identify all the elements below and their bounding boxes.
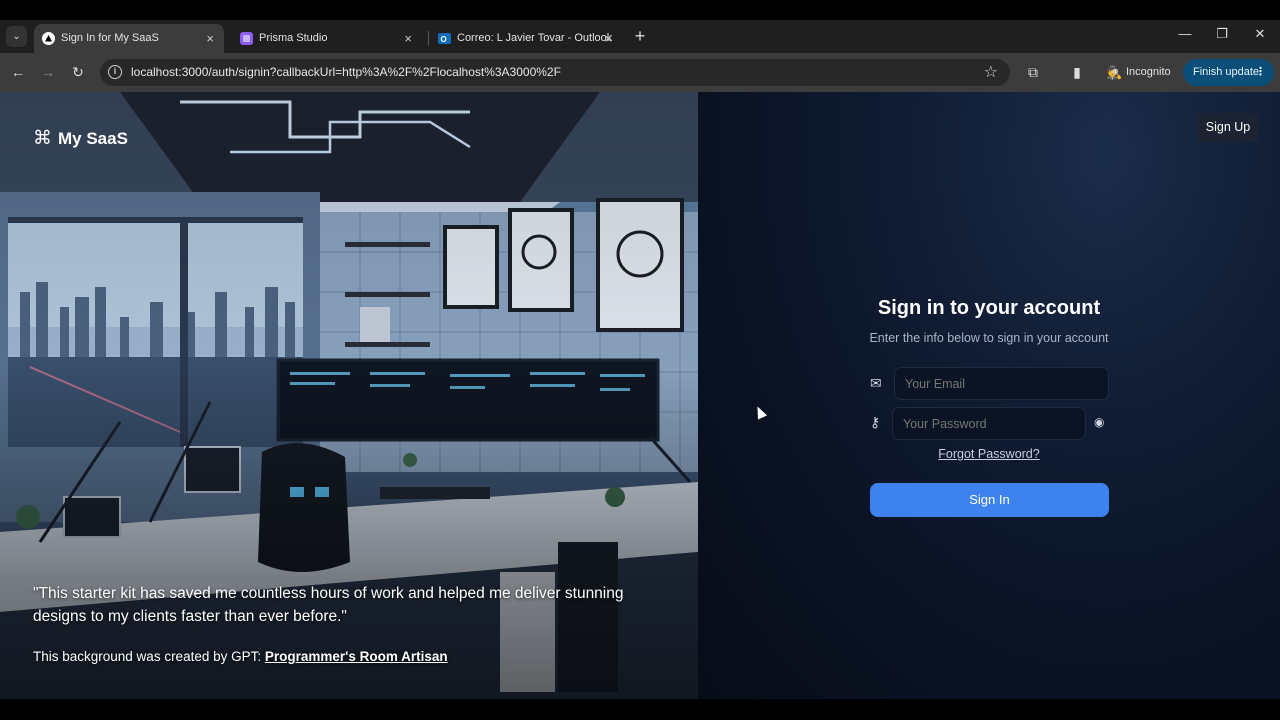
site-info-icon[interactable]: i — [108, 65, 122, 79]
brand-logo[interactable]: ⌘ My SaaS — [33, 127, 128, 150]
close-window-icon[interactable]: ✕ — [1250, 26, 1270, 42]
bookmark-star-icon[interactable]: ☆ — [984, 62, 998, 82]
tab-separator — [428, 31, 429, 46]
tab-title: Prisma Studio — [259, 32, 328, 44]
tab-title: Sign In for My SaaS — [61, 32, 159, 44]
side-panel-icon[interactable]: ▮ — [1068, 63, 1086, 81]
tab-prisma-studio[interactable]: Prisma Studio × — [232, 24, 422, 53]
tab-close-icon[interactable]: × — [404, 24, 412, 53]
key-icon: ⚷ — [870, 414, 881, 430]
tab-close-icon[interactable]: × — [206, 24, 214, 53]
forward-icon[interactable]: → — [38, 62, 58, 82]
new-tab-icon[interactable]: + — [630, 26, 650, 46]
password-field[interactable] — [892, 407, 1086, 440]
screen-frame: ⌄ Sign In for My SaaS × Prisma Studio × … — [0, 0, 1280, 720]
outlook-icon: O — [438, 33, 451, 44]
prisma-icon — [240, 32, 253, 45]
forgot-password-link[interactable]: Forgot Password? — [938, 447, 1039, 461]
tab-search-dropdown-icon[interactable]: ⌄ — [6, 26, 27, 47]
sign-up-button[interactable]: Sign Up — [1197, 113, 1259, 142]
finish-update-label: Finish update — [1193, 66, 1260, 78]
credit-prefix: This background was created by GPT: — [33, 649, 265, 664]
email-field[interactable] — [894, 367, 1109, 400]
tab-title: Correo: L Javier Tovar - Outlook — [457, 32, 613, 44]
eye-icon[interactable]: ◉ — [1094, 415, 1104, 429]
page-content: ⌘ My SaaS "This starter kit has saved me … — [0, 92, 1280, 699]
hero-panel: ⌘ My SaaS "This starter kit has saved me … — [0, 92, 698, 699]
menu-dots-icon: ⋮ — [1255, 66, 1266, 78]
url-text[interactable]: localhost:3000/auth/signin?callbackUrl=h… — [131, 59, 561, 86]
form-title: Sign in to your account — [877, 297, 1101, 319]
svg-text:O: O — [441, 35, 447, 44]
browser-tab-strip: ⌄ Sign In for My SaaS × Prisma Studio × … — [0, 20, 1280, 53]
command-icon: ⌘ — [33, 128, 52, 149]
vercel-triangle-icon — [42, 32, 55, 45]
tab-sign-in[interactable]: Sign In for My SaaS × — [34, 24, 224, 53]
forgot-password-row: Forgot Password? — [698, 447, 1280, 461]
credit-link[interactable]: Programmer's Room Artisan — [265, 649, 448, 664]
incognito-icon: 🕵 — [1106, 65, 1123, 80]
restore-icon[interactable]: ❐ — [1212, 26, 1232, 42]
reload-icon[interactable]: ↻ — [68, 62, 88, 82]
brand-name: My SaaS — [58, 129, 128, 148]
tab-outlook[interactable]: O Correo: L Javier Tovar - Outlook × — [430, 24, 622, 53]
mail-icon: ✉ — [870, 375, 882, 391]
background-credit: This background was created by GPT: Prog… — [33, 649, 448, 664]
extensions-icon[interactable]: ⧉ — [1024, 63, 1042, 81]
signin-panel: Sign Up Sign in to your account Enter th… — [698, 92, 1280, 699]
finish-update-button[interactable]: Finish update ⋮ — [1183, 59, 1274, 86]
back-icon[interactable]: ← — [8, 62, 28, 82]
incognito-label: Incognito — [1126, 66, 1171, 78]
minimize-icon[interactable]: — — [1175, 26, 1195, 41]
sign-in-button[interactable]: Sign In — [870, 483, 1109, 517]
browser-toolbar: ← → ↻ i localhost:3000/auth/signin?callb… — [0, 53, 1280, 92]
form-subtitle: Enter the info below to sign in your acc… — [869, 331, 1109, 345]
tab-close-icon[interactable]: × — [604, 24, 612, 53]
testimonial-quote: "This starter kit has saved me countless… — [33, 585, 624, 625]
incognito-indicator[interactable]: 🕵 Incognito — [1100, 60, 1171, 85]
address-bar[interactable]: i localhost:3000/auth/signin?callbackUrl… — [100, 59, 1010, 86]
